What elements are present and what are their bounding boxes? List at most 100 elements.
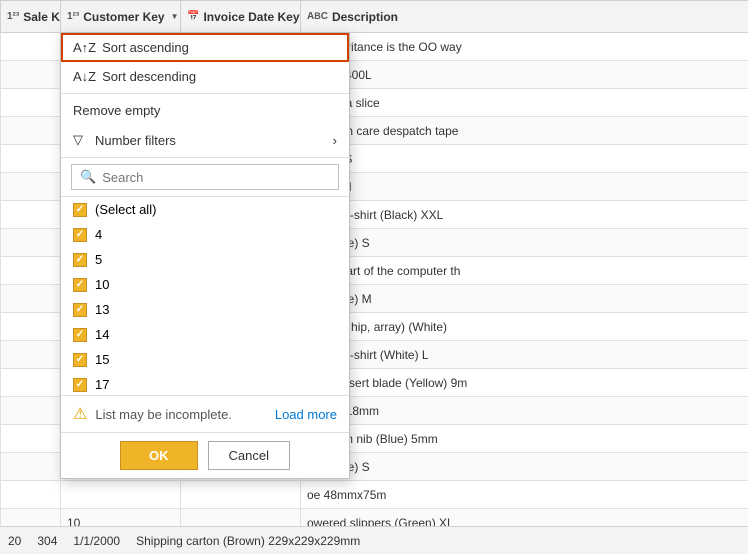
cell-invoice <box>181 481 301 509</box>
filter-checklist[interactable]: (Select all) 4 5 10 13 14 <box>61 196 349 396</box>
cell-description: lue 5mm nib (Blue) 5mm <box>301 425 748 453</box>
checkbox-15[interactable] <box>73 353 87 367</box>
sort-desc-icon: A↓Z <box>73 69 96 84</box>
filter-search-box[interactable]: 🔍 <box>71 164 339 190</box>
cell-description: blades 18mm <box>301 397 748 425</box>
status-bar: 20 304 1/1/2000 Shipping carton (Brown) … <box>0 526 748 554</box>
checkbox-select-all[interactable] <box>73 203 87 217</box>
warning-icon: ⚠ <box>73 404 87 424</box>
warning-message: ⚠ List may be incomplete. <box>73 404 232 424</box>
customer-key-dropdown-arrow[interactable]: ▼ <box>171 12 179 21</box>
cell-sale <box>1 33 61 61</box>
check-label-13: 13 <box>95 302 109 317</box>
cell-description: g - (hip, hip, array) (White) <box>301 313 748 341</box>
sort-ascending-label: Sort ascending <box>102 40 189 55</box>
checkbox-5[interactable] <box>73 253 87 267</box>
cell-description: e - pizza slice <box>301 89 748 117</box>
number-filters-item[interactable]: ▽ Number filters › <box>61 125 349 155</box>
cell-description: ket (Blue) S <box>301 453 748 481</box>
warning-text: List may be incomplete. <box>95 407 232 422</box>
cell-sale <box>1 425 61 453</box>
col-header-sale-key[interactable]: 1²³ Sale Key ▼ <box>1 1 61 33</box>
checkbox-10[interactable] <box>73 278 87 292</box>
customer-key-type-icon: 1²³ <box>67 11 79 22</box>
cell-sale <box>1 341 61 369</box>
main-container: 1²³ Sale Key ▼ 1²³ Customer Key ▼ 📅 <box>0 0 748 554</box>
sort-descending-item[interactable]: A↓Z Sort descending <box>61 62 349 91</box>
cancel-button[interactable]: Cancel <box>208 441 290 470</box>
cell-description: g - inheritance is the OO way <box>301 33 748 61</box>
invoice-date-type-icon: 📅 <box>187 11 199 22</box>
cell-description: ML tag t-shirt (Black) XXL <box>301 201 748 229</box>
check-label-10: 10 <box>95 277 109 292</box>
search-input[interactable] <box>102 170 330 185</box>
cell-sale <box>1 145 61 173</box>
cell-sale <box>1 313 61 341</box>
cell-sale <box>1 453 61 481</box>
cell-description: ket (Blue) M <box>301 285 748 313</box>
cell-sale <box>1 89 61 117</box>
col-customer-key-label: Customer Key <box>83 10 164 24</box>
dialog-button-bar: OK Cancel <box>61 432 349 478</box>
checkbox-14[interactable] <box>73 328 87 342</box>
check-item-10[interactable]: 10 <box>61 272 349 297</box>
cell-sale <box>1 397 61 425</box>
check-item-select-all[interactable]: (Select all) <box>61 197 349 222</box>
ok-button[interactable]: OK <box>120 441 198 470</box>
check-label-4: 4 <box>95 227 102 242</box>
check-label-17: 17 <box>95 377 109 392</box>
status-description: Shipping carton (Brown) 229x229x229mm <box>136 534 360 548</box>
cell-sale <box>1 117 61 145</box>
check-item-14[interactable]: 14 <box>61 322 349 347</box>
col-sale-key-label: Sale Key <box>23 10 60 24</box>
cell-sale <box>1 61 61 89</box>
cell-description: ket (Blue) S <box>301 229 748 257</box>
remove-empty-label: Remove empty <box>73 103 160 118</box>
check-item-17[interactable]: 17 <box>61 372 349 396</box>
sort-ascending-item[interactable]: A↑Z Sort ascending <box>61 33 349 62</box>
description-type-icon: ABC <box>307 11 328 22</box>
col-header-description: ABC Description <box>301 1 748 33</box>
cell-sale <box>1 201 61 229</box>
warning-bar: ⚠ List may be incomplete. Load more <box>61 396 349 432</box>
check-label-select-all: (Select all) <box>95 202 156 217</box>
checkbox-4[interactable] <box>73 228 87 242</box>
number-filters-arrow-icon: › <box>333 133 337 148</box>
cell-sale <box>1 229 61 257</box>
cell-description: (Gray) S <box>301 145 748 173</box>
cell-sale <box>1 257 61 285</box>
cell-description: ML tag t-shirt (White) L <box>301 341 748 369</box>
cell-sale <box>1 285 61 313</box>
menu-divider-2 <box>61 157 349 158</box>
load-more-button[interactable]: Load more <box>275 407 337 422</box>
filter-icon: ▽ <box>73 132 83 148</box>
check-label-15: 15 <box>95 352 109 367</box>
status-customer-value: 304 <box>37 534 57 548</box>
cell-sale <box>1 173 61 201</box>
remove-empty-item[interactable]: Remove empty <box>61 96 349 125</box>
check-label-5: 5 <box>95 252 102 267</box>
cell-description: lass with care despatch tape <box>301 117 748 145</box>
cell-description: metal insert blade (Yellow) 9m <box>301 369 748 397</box>
check-label-14: 14 <box>95 327 109 342</box>
check-item-13[interactable]: 13 <box>61 297 349 322</box>
status-invoice: 1/1/2000 <box>73 534 120 548</box>
checkbox-17[interactable] <box>73 378 87 392</box>
cell-description: (Pink) M <box>301 173 748 201</box>
col-description-label: Description <box>332 10 398 24</box>
status-description-value: Shipping carton (Brown) 229x229x229mm <box>136 534 360 548</box>
check-item-4[interactable]: 4 <box>61 222 349 247</box>
col-invoice-date-label: Invoice Date Key <box>203 10 299 24</box>
check-item-5[interactable]: 5 <box>61 247 349 272</box>
cell-sale <box>1 369 61 397</box>
checkbox-13[interactable] <box>73 303 87 317</box>
status-customer: 304 <box>37 534 57 548</box>
number-filters-label: Number filters <box>95 133 176 148</box>
col-header-customer-key[interactable]: 1²³ Customer Key ▼ <box>61 1 181 33</box>
col-header-invoice-date[interactable]: 📅 Invoice Date Key ▼ <box>181 1 301 33</box>
search-icon: 🔍 <box>80 169 96 185</box>
sale-key-type-icon: 1²³ <box>7 11 19 22</box>
cell-customer <box>61 481 181 509</box>
sort-asc-icon: A↑Z <box>73 40 96 55</box>
check-item-15[interactable]: 15 <box>61 347 349 372</box>
